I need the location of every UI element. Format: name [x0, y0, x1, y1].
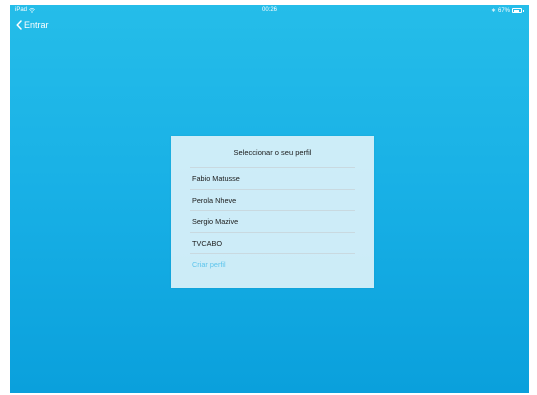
battery-percent: 67% [497, 7, 510, 14]
panel-title: Seleccionar o seu perfil [233, 148, 312, 157]
status-time: 00:26 [261, 7, 277, 13]
profile-item-tvcabo[interactable]: TVCABO [190, 233, 355, 255]
profile-item-fabio-matusse[interactable]: Fabio Matusse [190, 168, 355, 190]
back-button[interactable]: Entrar [16, 20, 49, 30]
battery-fill [513, 9, 519, 12]
bluetooth-icon: ∗ [490, 8, 496, 14]
profile-item-perola-nheve[interactable]: Perola Nheve [190, 190, 355, 212]
status-right: ∗ 67% [491, 7, 524, 14]
chevron-left-icon [16, 20, 22, 30]
status-bar: iPad 00:26 ∗ 67% [10, 5, 529, 15]
profile-selection-panel: Seleccionar o seu perfil Fabio Matusse P… [171, 136, 374, 288]
profile-list: Fabio Matusse Perola Nheve Sergio Mazive… [190, 168, 355, 276]
battery-tip [523, 9, 524, 12]
profile-item-sergio-mazive[interactable]: Sergio Mazive [190, 211, 355, 233]
battery-icon [512, 8, 522, 13]
app-screen: iPad 00:26 ∗ 67% Entrar Seleccionar o se… [10, 5, 529, 393]
back-button-label: Entrar [24, 20, 49, 30]
create-profile-button[interactable]: Criar perfil [190, 254, 355, 276]
